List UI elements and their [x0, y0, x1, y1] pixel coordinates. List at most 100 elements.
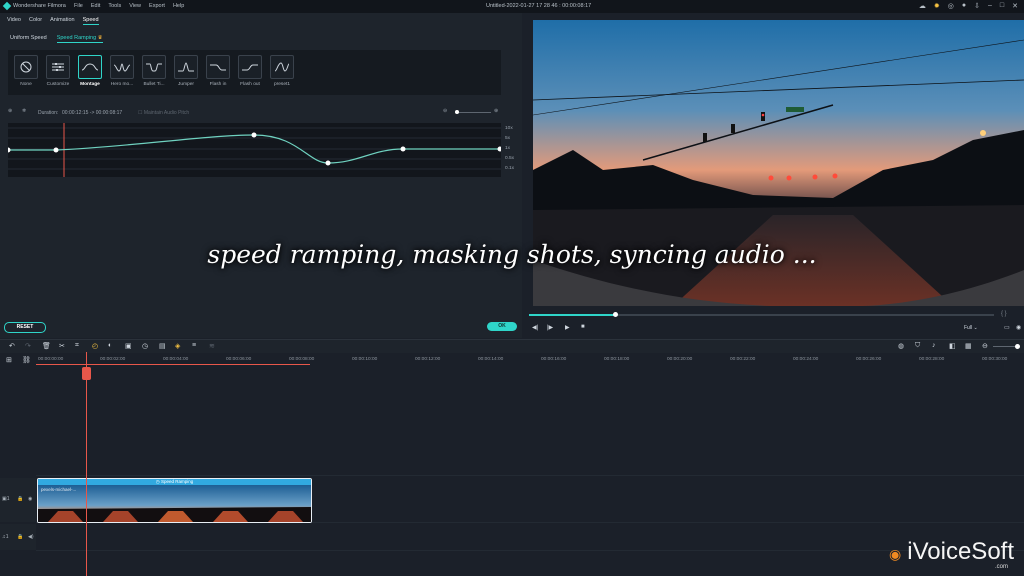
quality-select[interactable]: Full ⌄ [964, 325, 978, 331]
keyframe-point[interactable] [251, 132, 257, 138]
quality-value: Full [964, 325, 973, 331]
keyframe-point[interactable] [325, 160, 331, 166]
minimize-icon[interactable]: – [988, 2, 992, 10]
crown-icon: ♛ [97, 35, 103, 41]
audio-icon[interactable]: ▤ [159, 342, 166, 350]
add-keyframe-icon[interactable]: ⊕ [8, 108, 12, 114]
preview-progress-handle[interactable] [613, 312, 618, 317]
add-track-icon[interactable]: ⊞ [6, 356, 12, 364]
redo-icon[interactable]: ↷ [25, 342, 31, 350]
maintain-pitch-checkbox[interactable]: ☐ Maintain Audio Pitch [138, 110, 189, 116]
ok-button[interactable]: OK [487, 322, 517, 331]
bullet-curve-icon [146, 63, 162, 72]
playhead-handle[interactable] [82, 367, 91, 380]
montage-curve-icon [81, 63, 99, 71]
close-icon[interactable]: ✕ [1012, 2, 1018, 10]
menu-export[interactable]: Export [149, 3, 165, 9]
voiceover-icon[interactable]: ◧ [949, 342, 956, 350]
tab-color[interactable]: Color [29, 17, 42, 25]
lock-icon[interactable]: 🔒 [17, 534, 23, 540]
menu-tools[interactable]: Tools [108, 3, 121, 9]
marker-icon[interactable]: ⛉ [915, 342, 920, 350]
tab-speed[interactable]: Speed [82, 17, 99, 25]
color-icon[interactable]: ◐ [108, 342, 112, 349]
keyframe-point[interactable] [53, 147, 59, 153]
preset-label: Montage [80, 82, 100, 87]
menu-view[interactable]: View [129, 3, 141, 9]
screen-icon[interactable]: ▭ [1004, 324, 1010, 331]
adjust-icon[interactable]: ≡ [192, 342, 196, 349]
snapshot-icon[interactable]: ▦ [965, 342, 972, 350]
tab-video[interactable]: Video [7, 17, 21, 25]
video-track-number: 1 [6, 496, 10, 502]
green-screen-icon[interactable]: ▣ [125, 342, 132, 350]
step-back-icon[interactable]: |▶ [547, 324, 553, 331]
preset-label: Flash in [209, 82, 227, 87]
tab-uniform-speed[interactable]: Uniform Speed [10, 35, 47, 43]
zoom-slider[interactable] [455, 112, 491, 113]
speed-level-label: 10x [505, 126, 513, 131]
preset-customize[interactable]: Customize [45, 55, 71, 87]
reset-button[interactable]: RESET [4, 322, 46, 333]
lock-icon[interactable]: 🔒 [17, 496, 23, 502]
account-icon[interactable]: ● [962, 2, 966, 10]
zoom-in-icon[interactable]: ⊕ [494, 108, 498, 114]
delete-icon[interactable]: 🗑 [42, 342, 51, 350]
preset-bullet-time[interactable]: Bullet Ti... [141, 55, 167, 87]
zoom-out-timeline-icon[interactable]: ⊖ [982, 342, 988, 350]
sun-icon[interactable]: ✹ [934, 2, 940, 10]
audio-track-number: 1 [5, 534, 9, 540]
preset-preset1[interactable]: preset1 [269, 55, 295, 87]
render-icon[interactable]: ◍ [898, 342, 904, 350]
video-clip[interactable]: ◷ Speed Ramping pexels-michael-... [37, 478, 312, 523]
zoom-out-icon[interactable]: ⊖ [443, 108, 447, 114]
preset-flash-out[interactable]: Flash out [237, 55, 263, 87]
speed-curve-graph[interactable] [8, 123, 501, 177]
preset-none[interactable]: None [13, 55, 39, 87]
tab-animation[interactable]: Animation [50, 17, 74, 25]
menu-file[interactable]: File [74, 3, 83, 9]
stop-icon[interactable]: ■ [581, 324, 585, 330]
maximize-icon[interactable]: □ [1000, 2, 1004, 10]
preset-montage[interactable]: Montage [77, 55, 103, 87]
clip-thumbnails [38, 485, 311, 522]
time-ruler[interactable]: 00:00:00:00 00:00:02:00 00:00:04:00 00:0… [36, 353, 1024, 367]
camera-icon[interactable]: ◉ [1016, 324, 1021, 331]
tab-speed-ramping[interactable]: Speed Ramping ♛ [56, 35, 103, 43]
ruler-tick: 00:00:28:00 [919, 357, 945, 362]
preset-hero-moment[interactable]: Hero mo... [109, 55, 135, 87]
keyframe-icon[interactable]: ◈ [175, 342, 180, 350]
snowflake-icon[interactable]: ❄ [22, 108, 26, 114]
mic-icon[interactable]: ♪ [932, 342, 936, 349]
headset-icon[interactable]: ◎ [948, 2, 954, 10]
prev-frame-icon[interactable]: ◀| [532, 324, 538, 331]
zoom-slider-handle[interactable] [455, 110, 459, 114]
watermark-name: iVoiceSoft [907, 538, 1014, 565]
download-icon[interactable]: ⇩ [974, 2, 980, 10]
undo-icon[interactable]: ↶ [9, 342, 15, 350]
mark-brackets-icon[interactable]: { } [1001, 311, 1007, 317]
preset-flash-in[interactable]: Flash in [205, 55, 231, 87]
maintain-pitch-label: Maintain Audio Pitch [143, 110, 190, 116]
keyframe-point[interactable] [8, 147, 11, 153]
timeline-zoom-handle[interactable] [1015, 344, 1020, 349]
crop-icon[interactable]: ⌗ [75, 342, 79, 350]
menu-help[interactable]: Help [173, 3, 184, 9]
audio-wave-icon[interactable]: ≋ [209, 342, 215, 350]
speed-icon: ◷ [155, 479, 160, 484]
keyframe-point[interactable] [400, 146, 406, 152]
speaker-icon[interactable]: ◀) [28, 534, 34, 540]
preset-jumper[interactable]: Jumper [173, 55, 199, 87]
keyframe-point[interactable] [497, 146, 502, 152]
ruler-tick: 00:00:20:00 [667, 357, 693, 362]
speed-icon[interactable]: ◴ [92, 342, 98, 350]
duration-icon[interactable]: ◷ [142, 342, 148, 350]
preset-label: Jumper [178, 82, 194, 87]
play-icon[interactable]: ▶ [565, 324, 570, 331]
menu-edit[interactable]: Edit [91, 3, 100, 9]
link-icon[interactable]: ⛓ [22, 356, 31, 364]
split-icon[interactable]: ✂ [59, 342, 65, 350]
cloud-icon[interactable]: ☁ [919, 2, 926, 10]
playhead-line[interactable] [86, 352, 87, 576]
eye-icon[interactable]: ◉ [28, 496, 32, 502]
